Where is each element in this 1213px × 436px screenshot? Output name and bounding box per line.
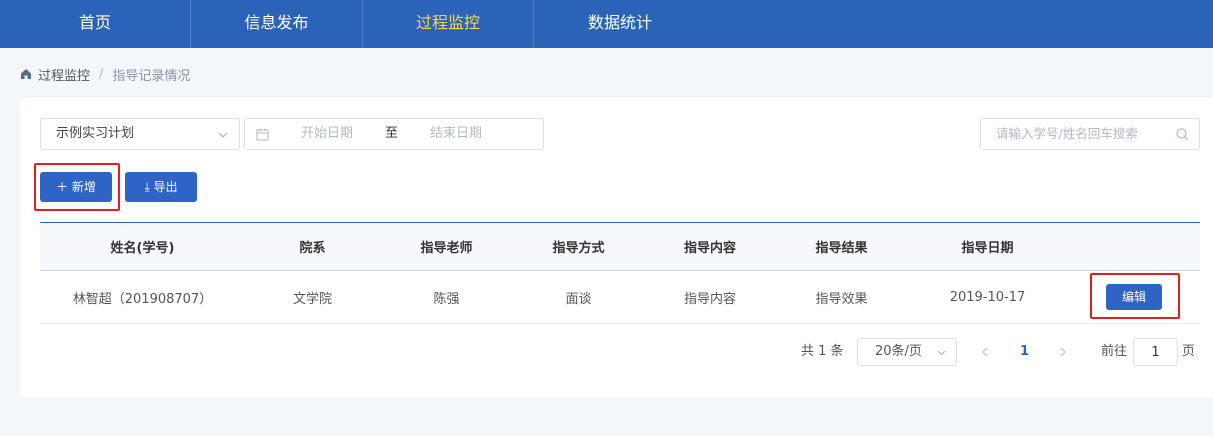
column-header-teacher: 指导老师 bbox=[420, 241, 473, 256]
edit-button-highlight bbox=[1090, 273, 1180, 319]
cell-content: 指导内容 bbox=[683, 291, 736, 307]
cell-name: 林智超（201908707） bbox=[72, 291, 213, 307]
main-card: 示例实习计划 开始日期 至 结束日期 请输入学号/姓名回车搜索 ＋ 新增 ⤓ 导… bbox=[20, 98, 1213, 397]
column-header-content: 指导内容 bbox=[683, 241, 736, 256]
table-row: 林智超（201908707） 文学院 陈强 面谈 指导内容 指导效果 2019-… bbox=[40, 271, 1200, 324]
table-header: 姓名(学号) 院系 指导老师 指导方式 指导内容 指导结果 指导日期 bbox=[40, 223, 1200, 271]
goto-page-input[interactable] bbox=[1133, 338, 1178, 366]
nav-item-info-publish[interactable]: 信息发布 bbox=[191, 0, 363, 48]
home-icon bbox=[21, 69, 31, 79]
pagination-total: 共 1 条 bbox=[801, 344, 844, 359]
end-date-input[interactable]: 结束日期 bbox=[430, 119, 482, 149]
cell-date: 2019-10-17 bbox=[949, 289, 1026, 305]
chevron-right-icon[interactable] bbox=[1056, 345, 1070, 359]
pagination: 共 1 条 20条/页 1 前往 页 bbox=[20, 338, 1213, 366]
breadcrumb: 过程监控 / 指导记录情况 bbox=[20, 64, 190, 84]
start-date-input[interactable]: 开始日期 bbox=[301, 119, 353, 149]
plan-select[interactable]: 示例实习计划 bbox=[40, 118, 240, 150]
column-header-action bbox=[1068, 223, 1200, 270]
column-header-date: 指导日期 bbox=[961, 241, 1014, 256]
top-nav: 首页 信息发布 过程监控 数据统计 bbox=[0, 0, 1213, 48]
export-button[interactable]: ⤓ 导出 bbox=[125, 172, 197, 202]
cell-dept: 文学院 bbox=[292, 291, 332, 307]
page-size-select[interactable]: 20条/页 bbox=[857, 338, 957, 366]
plan-select-value: 示例实习计划 bbox=[56, 126, 135, 141]
breadcrumb-separator: / bbox=[99, 66, 104, 82]
chevron-down-icon bbox=[218, 132, 228, 138]
search-icon[interactable] bbox=[1176, 128, 1189, 141]
page-unit-label: 页 bbox=[1182, 344, 1196, 359]
page-size-value: 20条/页 bbox=[875, 344, 922, 359]
cell-result: 指导效果 bbox=[815, 291, 868, 307]
current-page[interactable]: 1 bbox=[1020, 338, 1029, 366]
column-header-dept: 院系 bbox=[299, 241, 326, 256]
search-input[interactable]: 请输入学号/姓名回车搜索 bbox=[980, 118, 1200, 150]
chevron-down-icon bbox=[937, 350, 946, 356]
record-table: 姓名(学号) 院系 指导老师 指导方式 指导内容 指导结果 指导日期 林智超（2… bbox=[40, 222, 1200, 324]
column-header-name: 姓名(学号) bbox=[110, 241, 175, 256]
cell-teacher: 陈强 bbox=[433, 291, 460, 307]
date-range-picker[interactable]: 开始日期 至 结束日期 bbox=[244, 118, 544, 150]
search-placeholder: 请输入学号/姓名回车搜索 bbox=[996, 126, 1138, 141]
nav-item-home[interactable]: 首页 bbox=[0, 0, 191, 48]
calendar-icon bbox=[256, 128, 269, 141]
goto-label: 前往 bbox=[1101, 344, 1128, 359]
column-header-method: 指导方式 bbox=[552, 241, 605, 256]
add-button[interactable]: ＋ 新增 bbox=[40, 172, 112, 202]
column-header-result: 指导结果 bbox=[815, 241, 868, 256]
chevron-left-icon[interactable] bbox=[978, 345, 992, 359]
range-separator: 至 bbox=[385, 126, 399, 141]
nav-item-statistics[interactable]: 数据统计 bbox=[534, 0, 706, 48]
breadcrumb-current: 指导记录情况 bbox=[112, 68, 191, 84]
nav-item-process-monitor[interactable]: 过程监控 bbox=[363, 0, 534, 48]
cell-method: 面谈 bbox=[565, 291, 592, 307]
breadcrumb-root[interactable]: 过程监控 bbox=[38, 65, 90, 84]
